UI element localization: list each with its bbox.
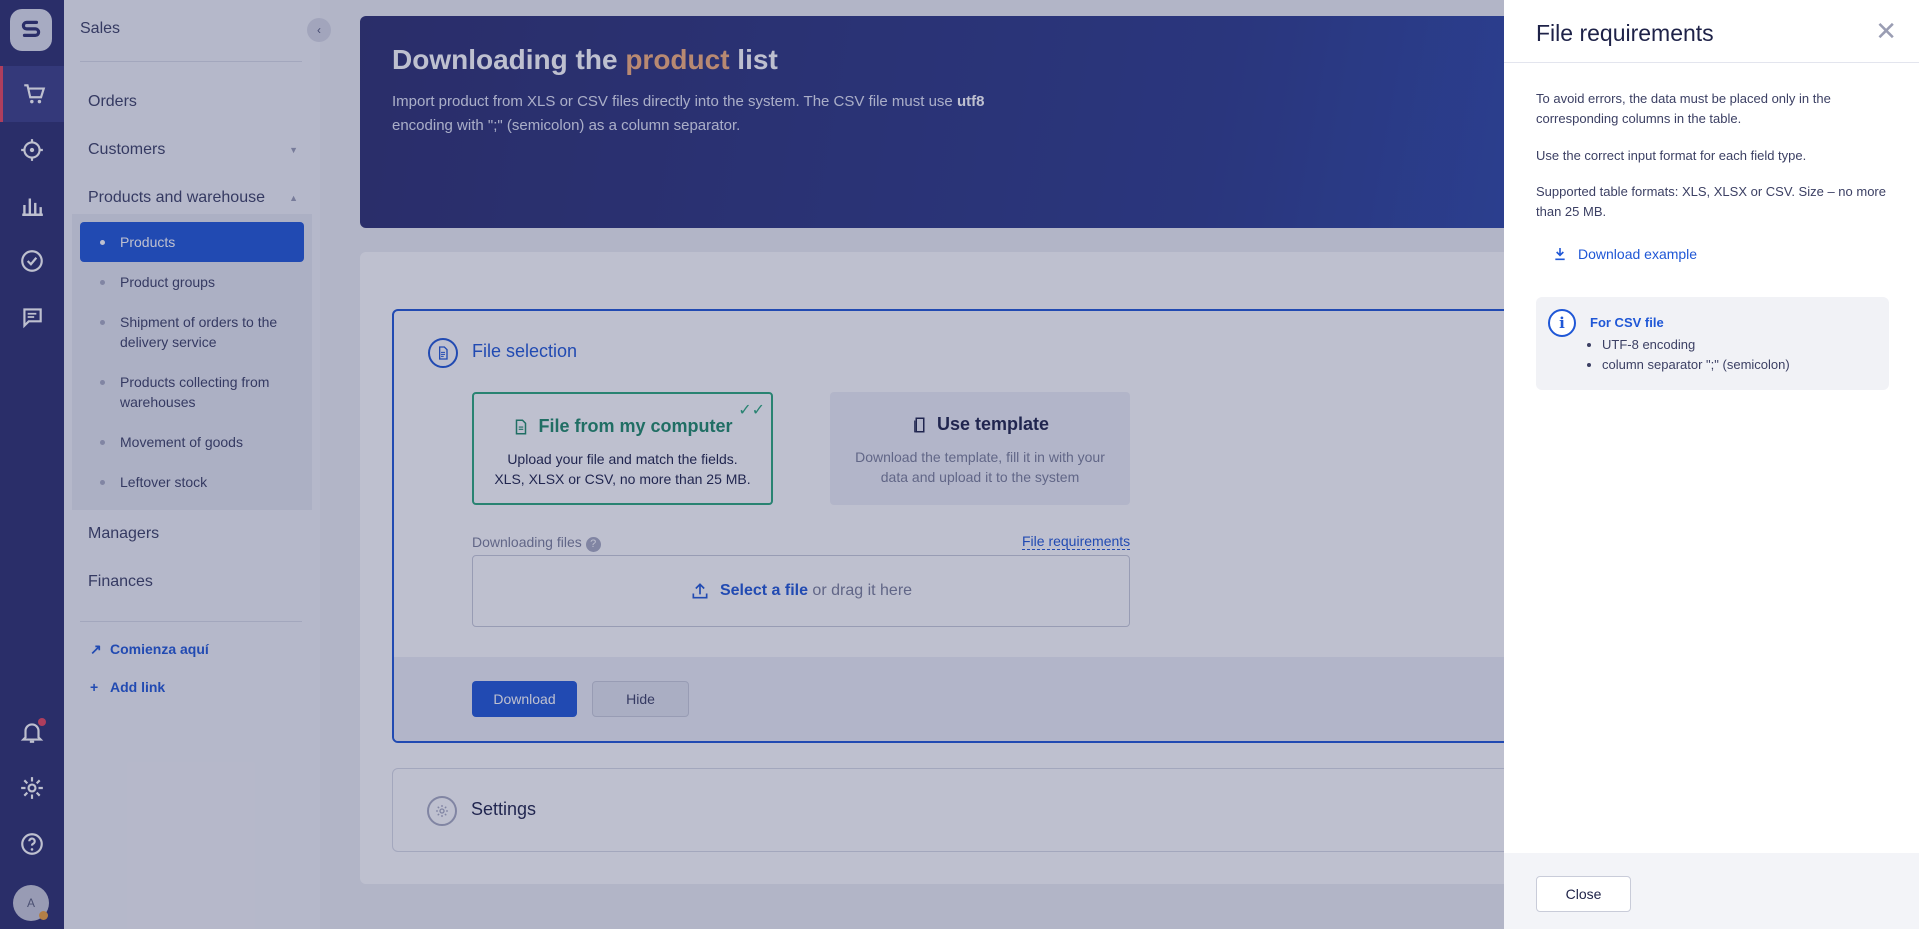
download-icon [1555, 248, 1565, 261]
file-requirements-drawer: File requirements ✕ To avoid errors, the… [1504, 0, 1919, 929]
close-button[interactable]: Close [1536, 876, 1631, 912]
info-icon: i [1548, 309, 1576, 337]
list-item: UTF-8 encoding [1602, 335, 1790, 355]
drawer-paragraph: To avoid errors, the data must be placed… [1536, 91, 1831, 126]
download-example-link[interactable]: Download example [1552, 246, 1697, 262]
csv-info-box: i For CSV file UTF-8 encoding column sep… [1536, 297, 1889, 390]
download-example-label: Download example [1578, 246, 1698, 262]
drawer-paragraph: Supported table formats: XLS, XLSX or CS… [1536, 184, 1886, 219]
csv-info-list: UTF-8 encoding column separator ";" (sem… [1602, 335, 1790, 375]
csv-info-title: For CSV file [1590, 315, 1664, 330]
close-icon[interactable]: ✕ [1875, 18, 1897, 44]
drawer-title: File requirements [1536, 20, 1714, 46]
drawer-paragraph: Use the correct input format for each fi… [1536, 148, 1807, 163]
list-item: column separator ";" (semicolon) [1602, 355, 1790, 375]
drawer-divider [1504, 62, 1919, 63]
